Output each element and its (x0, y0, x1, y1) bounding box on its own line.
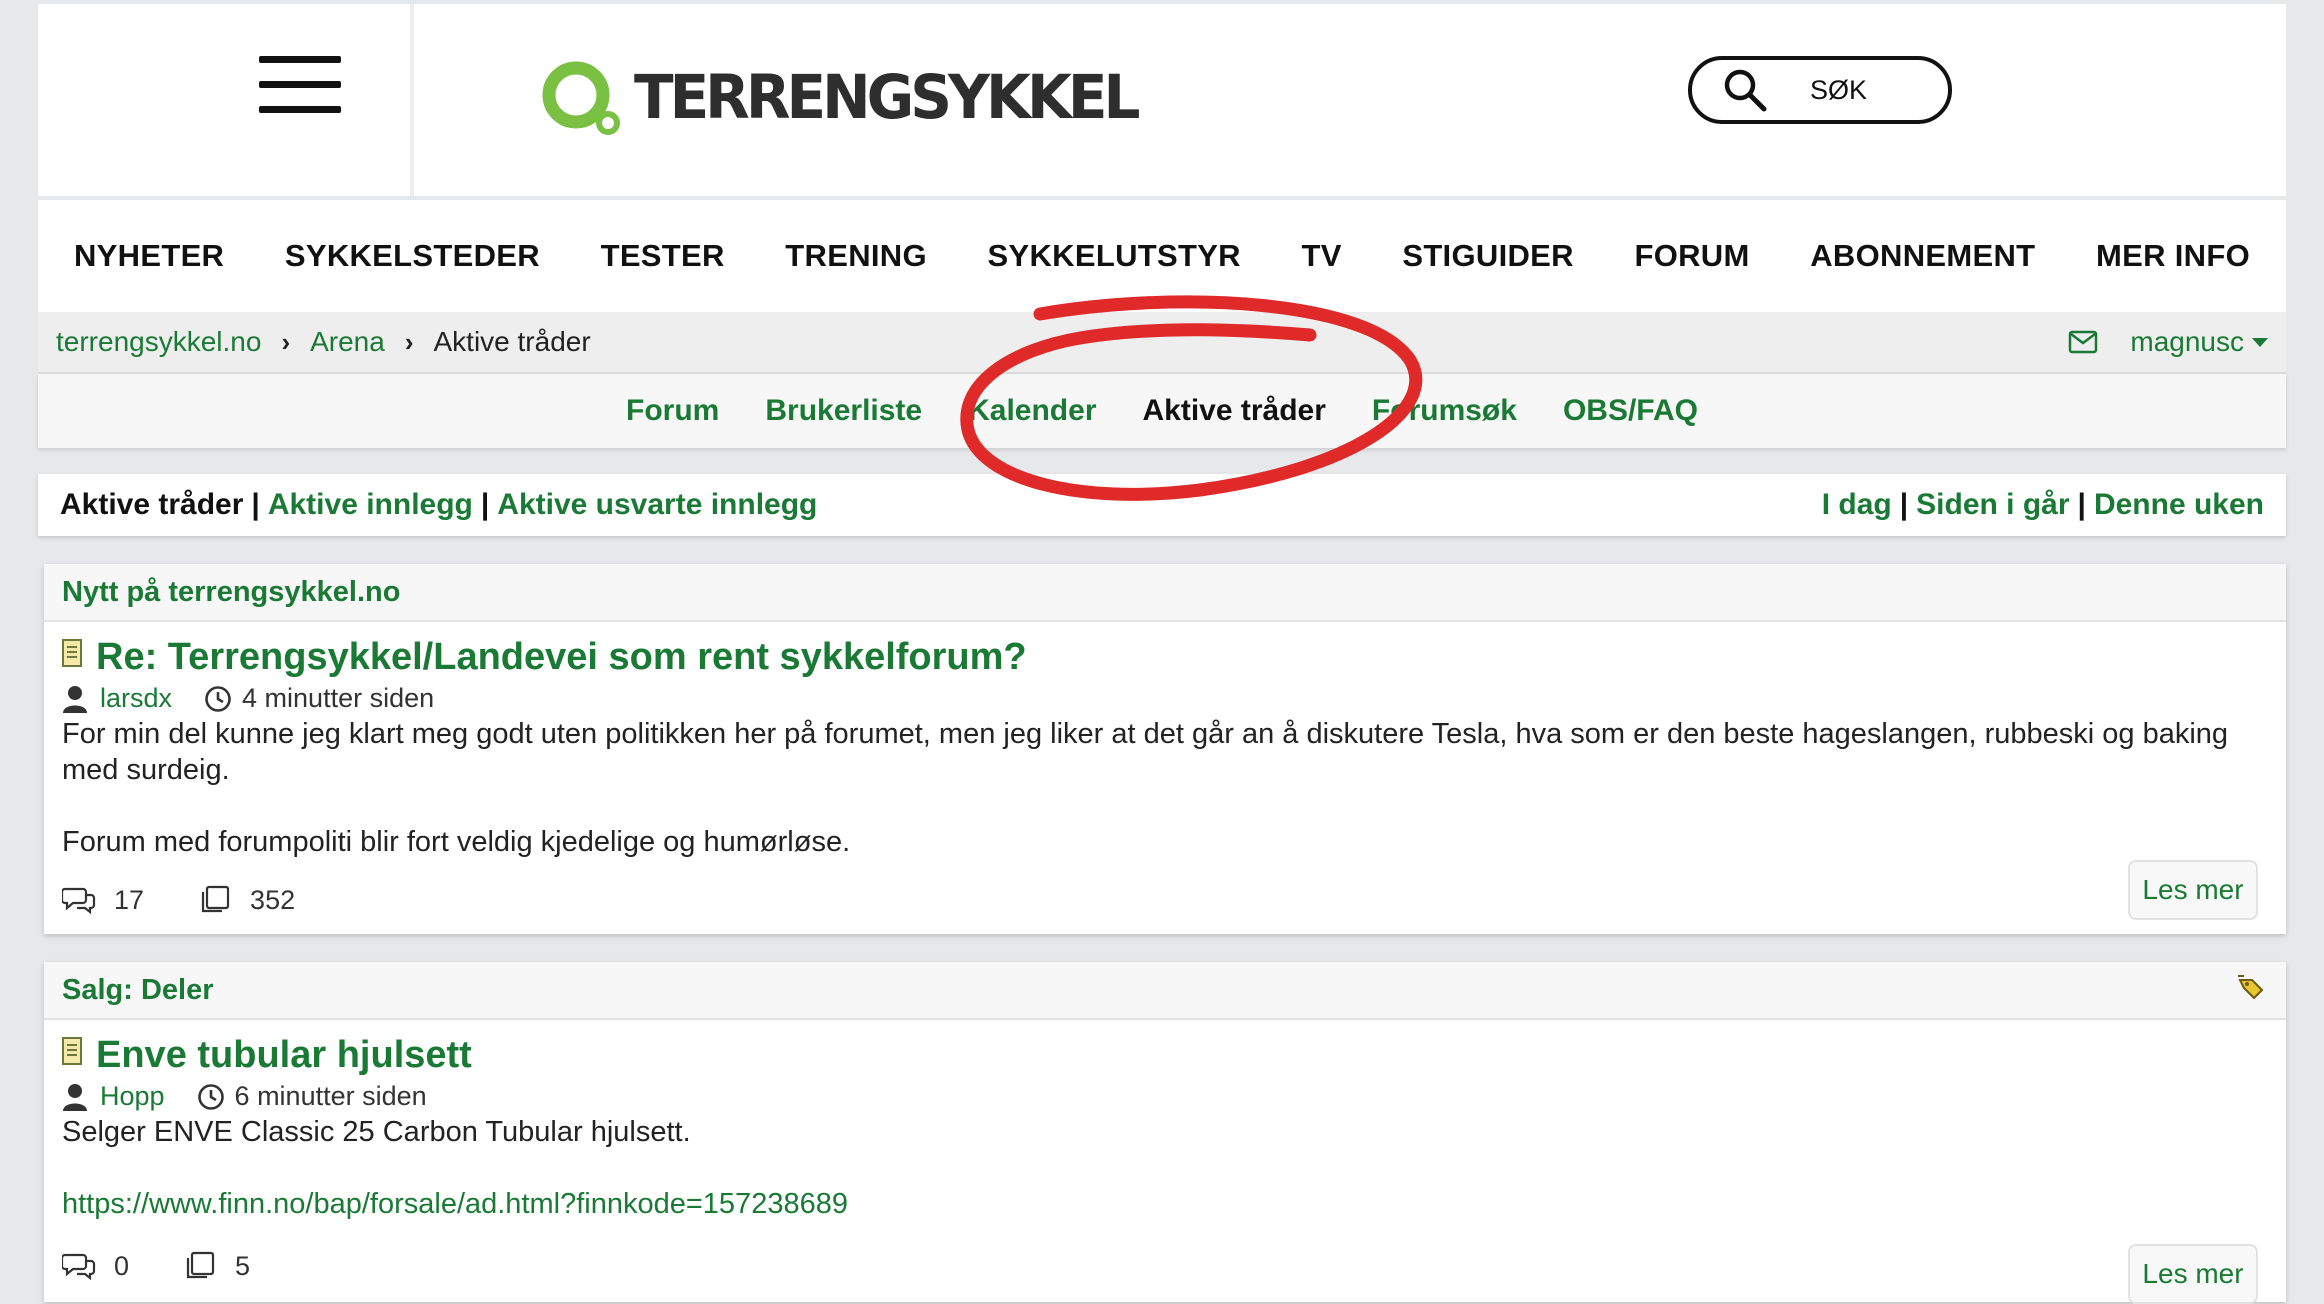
post-time: 6 minutter siden (234, 1081, 427, 1111)
thread-meta: larsdx 4 minutter siden (62, 683, 2268, 714)
search-icon (1724, 69, 1767, 112)
breadcrumb: terrengsykkel.no › Arena › Aktive tråder… (38, 312, 2286, 374)
subnav-aktive-trader[interactable]: Aktive tråder (1143, 394, 1326, 428)
filter-period: I dag | Siden i går | Denne uken (1822, 488, 2264, 522)
breadcrumb-arena-link[interactable]: Arena (310, 326, 385, 358)
forum-subnav: Forum Brukerliste Kalender Aktive tråder… (38, 374, 2286, 448)
excerpt-paragraph: Selger ENVE Classic 25 Carbon Tubular hj… (62, 1116, 691, 1148)
author-link[interactable]: Hopp (100, 1081, 165, 1112)
subnav-forumsok[interactable]: Forumsøk (1372, 394, 1517, 428)
user-area: magnusc (2068, 326, 2268, 358)
thread-category[interactable]: Nytt på terrengsykkel.no (44, 564, 2286, 622)
document-icon (62, 638, 82, 667)
breadcrumb-home-link[interactable]: terrengsykkel.no (56, 326, 261, 358)
filter-separator: | (2077, 488, 2086, 521)
filter-aktive-usvarte-innlegg[interactable]: Aktive usvarte innlegg (497, 488, 817, 522)
thread-meta: Hopp 6 minutter siden (62, 1081, 2268, 1112)
user-icon (63, 1083, 87, 1111)
read-more-button[interactable]: Les mer (2128, 1244, 2258, 1304)
nav-trening[interactable]: TRENING (785, 238, 927, 274)
excerpt-link-paragraph: https://www.finn.no/bap/forsale/ad.html?… (62, 1186, 2268, 1222)
read-more-button[interactable]: Les mer (2128, 860, 2258, 920)
replies-icon (62, 887, 96, 915)
thread-stats: 17 352 (62, 870, 2268, 930)
header-divider (410, 4, 414, 196)
chevron-right-icon: › (404, 326, 414, 357)
thread-excerpt: Selger ENVE Classic 25 Carbon Tubular hj… (62, 1114, 2268, 1222)
thread-card: Salg: Deler Enve tubular hjulsett Hopp 6… (44, 962, 2286, 1304)
site-logo[interactable]: TERRENGSYKKEL (538, 54, 1141, 140)
filter-bar: Aktive tråder | Aktive innlegg | Aktive … (38, 474, 2286, 536)
reply-count: 17 (114, 884, 145, 915)
page: TERRENGSYKKEL SØK NYHETER SYKKELSTEDER T… (38, 0, 2286, 1304)
author-link[interactable]: larsdx (100, 683, 172, 714)
filter-aktive-innlegg[interactable]: Aktive innlegg (268, 488, 473, 522)
user-menu[interactable]: magnusc (2130, 326, 2244, 358)
clock-icon (197, 1083, 224, 1110)
thread-body: Re: Terrengsykkel/Landevei som rent sykk… (44, 622, 2286, 930)
filter-siden-i-gar[interactable]: Siden i går (1916, 488, 2069, 522)
reply-count: 0 (114, 1250, 130, 1281)
subnav-forum[interactable]: Forum (626, 394, 719, 428)
nav-nyheter[interactable]: NYHETER (74, 238, 224, 274)
views-icon (186, 1251, 215, 1279)
tag-icon (2238, 975, 2264, 1000)
view-count: 5 (235, 1250, 251, 1281)
excerpt-paragraph: Forum med forumpoliti blir fort veldig k… (62, 826, 851, 858)
document-icon (62, 1036, 82, 1065)
finn-link[interactable]: https://www.finn.no/bap/forsale/ad.html?… (62, 1188, 848, 1220)
envelope-icon[interactable] (2068, 330, 2098, 354)
nav-tester[interactable]: TESTER (601, 238, 725, 274)
subnav-obs-faq[interactable]: OBS/FAQ (1563, 394, 1698, 428)
subnav-brukerliste[interactable]: Brukerliste (765, 394, 922, 428)
category-label[interactable]: Nytt på terrengsykkel.no (62, 576, 400, 609)
nav-abonnement[interactable]: ABONNEMENT (1810, 238, 2035, 274)
filter-aktive-trader[interactable]: Aktive tråder (60, 488, 243, 522)
logo-wheel-icon (542, 61, 620, 135)
thread-body: Enve tubular hjulsett Hopp 6 minutter si… (44, 1020, 2286, 1304)
excerpt-paragraph: For min del kunne jeg klart meg godt ute… (62, 718, 2229, 786)
nav-forum[interactable]: FORUM (1634, 238, 1749, 274)
search-button[interactable]: SØK (1688, 56, 1952, 124)
views-icon (201, 885, 230, 913)
nav-tv[interactable]: TV (1302, 238, 1342, 274)
thread-title[interactable]: Enve tubular hjulsett (96, 1034, 472, 1077)
caret-down-icon[interactable] (2252, 337, 2268, 347)
nav-sykkelutstyr[interactable]: SYKKELUTSTYR (988, 238, 1241, 274)
chevron-right-icon: › (281, 326, 291, 357)
filter-i-dag[interactable]: I dag (1822, 488, 1892, 522)
clock-icon (205, 685, 231, 712)
view-count: 352 (250, 884, 296, 915)
nav-sykkelsteder[interactable]: SYKKELSTEDER (285, 238, 540, 274)
main-navigation: NYHETER SYKKELSTEDER TESTER TRENING SYKK… (38, 200, 2286, 312)
subnav-kalender[interactable]: Kalender (968, 394, 1096, 428)
user-icon (63, 685, 87, 713)
filter-separator: | (251, 488, 260, 521)
logo-text: TERRENGSYKKEL (634, 61, 1141, 133)
search-label: SØK (1810, 74, 1868, 105)
category-label[interactable]: Salg: Deler (62, 974, 214, 1007)
thread-card: Nytt på terrengsykkel.no Re: Terrengsykk… (44, 564, 2286, 934)
thread-category[interactable]: Salg: Deler (44, 962, 2286, 1020)
filter-separator: | (480, 488, 490, 521)
post-time: 4 minutter siden (242, 683, 435, 713)
breadcrumb-current: Aktive tråder (433, 326, 591, 357)
thread-title-row: Re: Terrengsykkel/Landevei som rent sykk… (62, 636, 2268, 679)
filter-separator: | (1899, 488, 1909, 521)
nav-stiguider[interactable]: STIGUIDER (1402, 238, 1574, 274)
replies-icon (62, 1253, 96, 1281)
nav-mer-info[interactable]: MER INFO (2096, 238, 2250, 274)
thread-stats: 0 5 (62, 1236, 2268, 1296)
thread-title-row: Enve tubular hjulsett (62, 1034, 2268, 1077)
filter-denne-uken[interactable]: Denne uken (2094, 488, 2264, 522)
thread-title[interactable]: Re: Terrengsykkel/Landevei som rent sykk… (96, 636, 1027, 679)
site-header: TERRENGSYKKEL SØK (38, 0, 2286, 196)
thread-excerpt: For min del kunne jeg klart meg godt ute… (62, 716, 2268, 860)
hamburger-menu-icon[interactable] (259, 56, 341, 114)
